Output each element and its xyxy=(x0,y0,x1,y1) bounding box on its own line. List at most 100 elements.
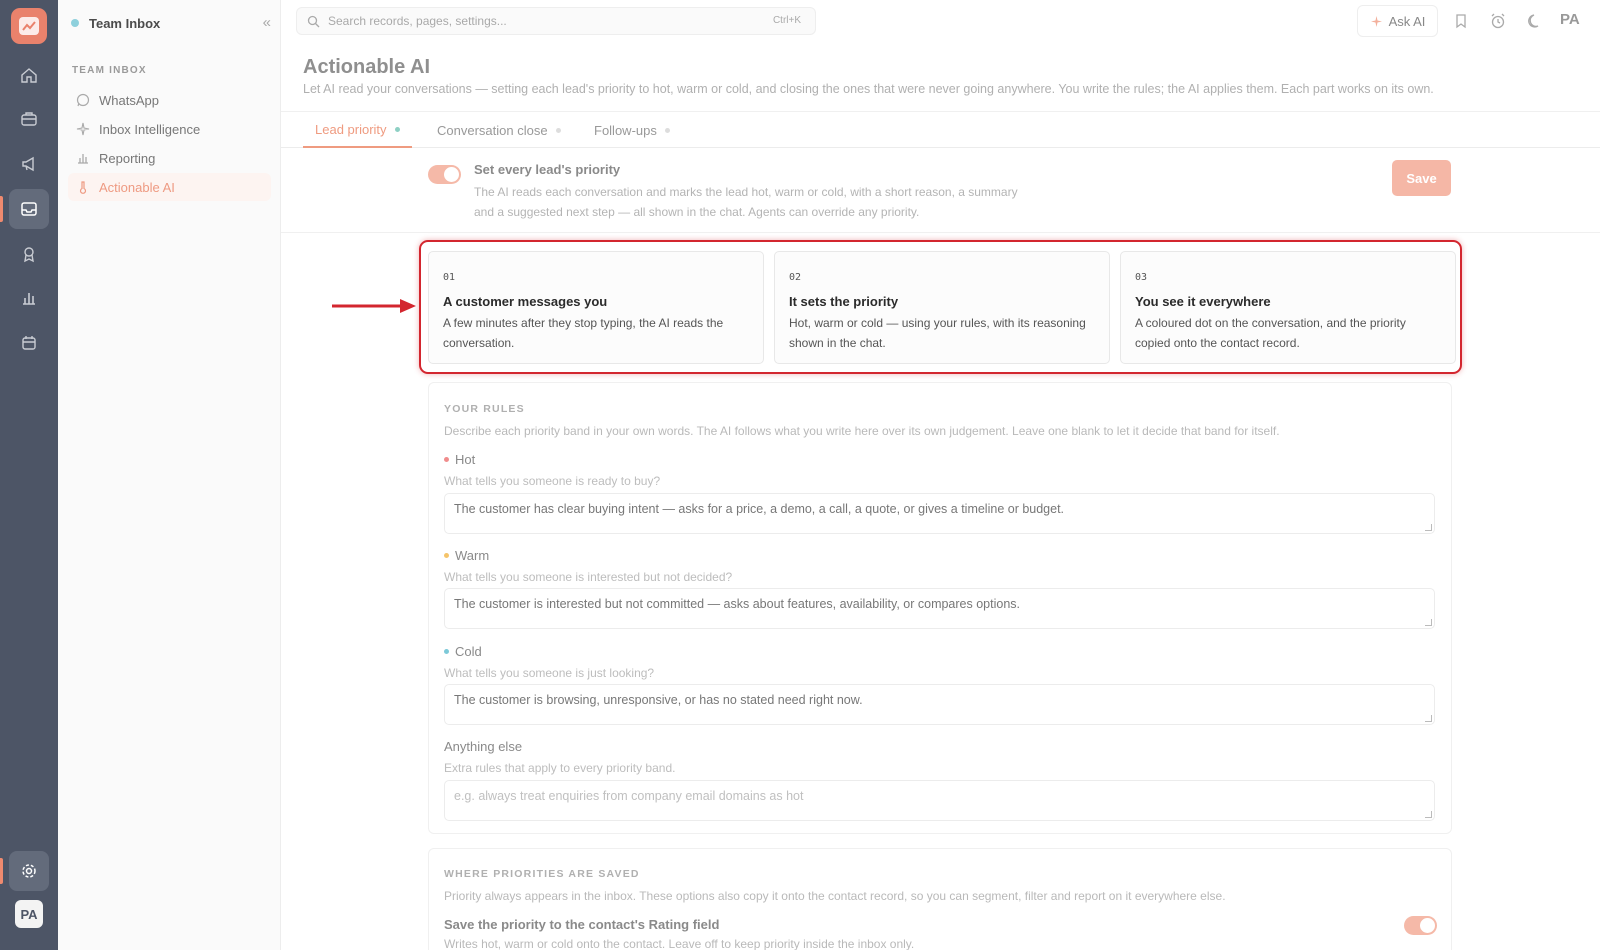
extra-rules-textarea[interactable]: e.g. always treat enquiries from company… xyxy=(444,780,1435,821)
ask-ai-label: Ask AI xyxy=(1388,13,1426,29)
band-warm-label: Warm xyxy=(444,548,489,563)
toggle-knob xyxy=(1420,918,1435,933)
bookmark-icon[interactable] xyxy=(1452,12,1470,30)
briefcase-icon xyxy=(21,112,37,126)
workspace-name: Team Inbox xyxy=(89,15,161,31)
hot-dot xyxy=(444,457,449,462)
rail-avatar[interactable]: PA xyxy=(15,900,43,928)
band-cold-label: Cold xyxy=(444,644,482,659)
band-warm-textarea[interactable]: The customer is interested but not commi… xyxy=(444,588,1435,629)
chart-icon xyxy=(78,154,88,164)
resize-handle[interactable] xyxy=(1425,811,1432,818)
lead-priority-toggle[interactable] xyxy=(428,165,461,184)
sidebar-item-actionable-ai[interactable]: Actionable AI xyxy=(68,173,271,201)
tab-status-dot xyxy=(664,127,670,133)
toggle-knob xyxy=(444,167,459,182)
band-hot-textarea[interactable]: The customer has clear buying intent — a… xyxy=(444,493,1435,534)
band-hot-label: Hot xyxy=(444,452,475,467)
band-name: Anything else xyxy=(444,739,523,754)
sidebar-item-reporting[interactable]: Reporting xyxy=(68,144,271,172)
ask-ai-button[interactable]: Ask AI xyxy=(1357,5,1438,37)
section-divider xyxy=(281,232,1600,233)
workspace-status-dot xyxy=(71,19,79,27)
calendar-icon xyxy=(22,336,36,350)
band-warm-hint: What tells you someone is interested but… xyxy=(444,570,733,584)
rail-calendar[interactable] xyxy=(9,323,49,363)
rail-settings[interactable] xyxy=(9,851,49,891)
home-icon xyxy=(21,68,37,83)
rating-option-title: Save the priority to the contact's Ratin… xyxy=(444,917,720,932)
chart-icon xyxy=(23,293,35,305)
sidebar-item-inbox-intelligence[interactable]: Inbox Intelligence xyxy=(68,115,271,143)
textarea-value: The customer is browsing, unresponsive, … xyxy=(454,693,863,707)
resize-handle[interactable] xyxy=(1425,619,1432,626)
app-logo[interactable] xyxy=(11,8,47,44)
step-card: 03 You see it everywhere A coloured dot … xyxy=(1120,251,1456,364)
band-name: Cold xyxy=(455,644,482,659)
sidebar-section-label: TEAM INBOX xyxy=(72,65,147,76)
step-number: 02 xyxy=(789,272,802,283)
resize-handle[interactable] xyxy=(1425,715,1432,722)
logo-icon xyxy=(19,17,39,35)
step-title: It sets the priority xyxy=(789,294,899,309)
sparkle-icon xyxy=(1370,15,1382,27)
sidebar: Team Inbox « TEAM INBOX WhatsApp Inbox I… xyxy=(58,0,281,950)
band-name: Warm xyxy=(455,548,490,563)
setting-title: Set every lead's priority xyxy=(474,162,621,177)
tab-conversation-close[interactable]: Conversation close xyxy=(437,112,561,148)
rating-option-description: Writes hot, warm or cold onto the contac… xyxy=(444,937,915,950)
setting-description: The AI reads each conversation and marks… xyxy=(474,185,1018,219)
rail-megaphone[interactable] xyxy=(9,144,49,184)
rules-description: Describe each priority band in your own … xyxy=(444,424,1280,438)
band-hot-hint: What tells you someone is ready to buy? xyxy=(444,474,661,488)
band-cold-textarea[interactable]: The customer is browsing, unresponsive, … xyxy=(444,684,1435,725)
step-card: 01 A customer messages you A few minutes… xyxy=(428,251,764,364)
step-description: A few minutes after they stop typing, th… xyxy=(443,316,724,350)
user-avatar[interactable]: PA xyxy=(1560,11,1580,28)
extra-rules-hint: Extra rules that apply to every priority… xyxy=(444,761,676,775)
textarea-placeholder: e.g. always treat enquiries from company… xyxy=(454,789,804,803)
collapse-sidebar-icon[interactable]: « xyxy=(263,14,271,31)
sidebar-item-label: WhatsApp xyxy=(99,92,159,108)
badge-icon xyxy=(24,247,34,263)
rail-briefcase[interactable] xyxy=(9,99,49,139)
step-description: Hot, warm or cold — using your rules, wi… xyxy=(789,316,1086,350)
step-number: 03 xyxy=(1135,272,1148,283)
textarea-value: The customer is interested but not commi… xyxy=(454,597,1021,611)
tab-lead-priority[interactable]: Lead priority xyxy=(303,112,412,148)
step-description: A coloured dot on the conversation, and … xyxy=(1135,316,1406,350)
save-button[interactable]: Save xyxy=(1392,160,1451,196)
tab-label: Conversation close xyxy=(437,122,548,138)
step-title: You see it everywhere xyxy=(1135,294,1271,309)
rules-section-label: YOUR RULES xyxy=(444,403,525,415)
gear-icon xyxy=(22,864,36,878)
resize-handle[interactable] xyxy=(1425,524,1432,531)
global-search[interactable]: Search records, pages, settings... Ctrl+… xyxy=(296,7,816,35)
moon-icon[interactable] xyxy=(1526,12,1544,30)
textarea-value: The customer has clear buying intent — a… xyxy=(454,502,1065,516)
tab-follow-ups[interactable]: Follow-ups xyxy=(594,112,670,148)
sparkle-icon xyxy=(76,122,90,136)
workspace-header[interactable]: Team Inbox « xyxy=(71,12,271,34)
extra-rules-label: Anything else xyxy=(444,739,522,754)
sidebar-item-label: Reporting xyxy=(99,150,156,166)
step-number: 01 xyxy=(443,272,456,283)
tab-label: Follow-ups xyxy=(594,122,657,138)
rail-badge[interactable] xyxy=(9,234,49,274)
whatsapp-icon xyxy=(76,93,90,107)
tab-status-dot xyxy=(555,127,561,133)
sidebar-item-whatsapp[interactable]: WhatsApp xyxy=(68,86,271,114)
rail-home[interactable] xyxy=(9,55,49,95)
annotation-arrow-icon xyxy=(332,299,416,313)
alarm-clock-icon[interactable] xyxy=(1489,12,1507,30)
page-description: Let AI read your conversations — setting… xyxy=(303,82,1434,96)
rating-field-toggle[interactable] xyxy=(1404,916,1437,935)
rail-reports[interactable] xyxy=(9,278,49,318)
tab-label: Lead priority xyxy=(315,121,387,137)
sidebar-item-label: Inbox Intelligence xyxy=(99,121,201,137)
band-name: Hot xyxy=(455,452,476,467)
app-root: PA Team Inbox « TEAM INBOX WhatsApp Inbo… xyxy=(0,0,1600,950)
megaphone-icon xyxy=(22,156,34,172)
rail-inbox[interactable] xyxy=(9,189,49,229)
step-title: A customer messages you xyxy=(443,294,608,309)
